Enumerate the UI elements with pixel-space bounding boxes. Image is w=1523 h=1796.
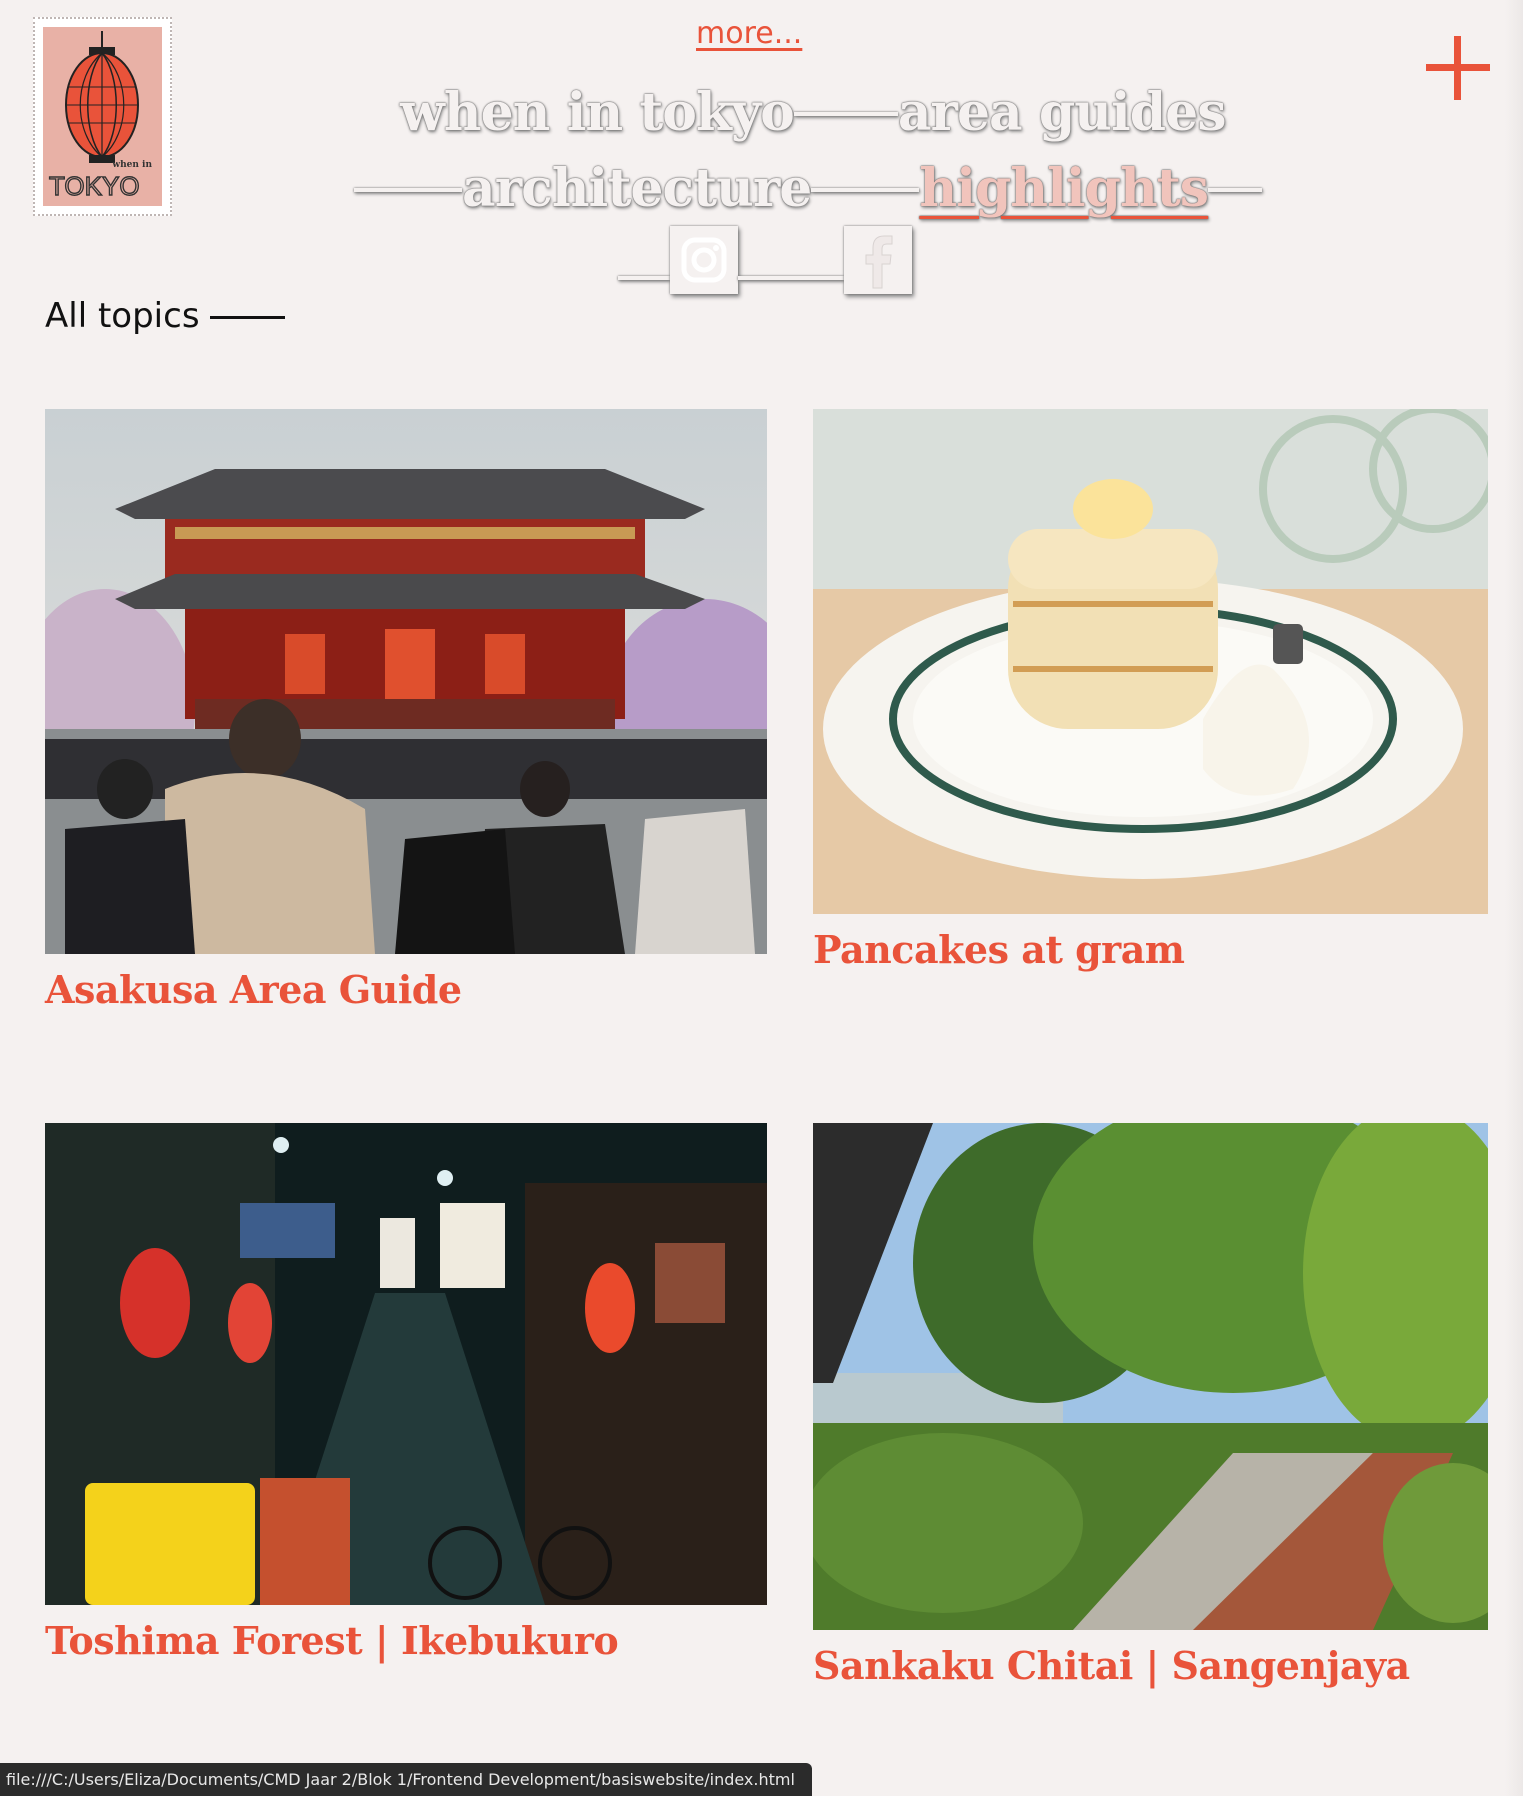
logo-main-text: TOKYO: [48, 170, 140, 201]
browser-status-bar: file:///C:/Users/Eliza/Documents/CMD Jaa…: [0, 1763, 812, 1796]
nav-row-1: when in tokyo area guides: [400, 82, 1227, 143]
site-logo[interactable]: when in TOKYO: [33, 17, 172, 216]
facebook-icon[interactable]: [844, 226, 912, 294]
instagram-icon[interactable]: [670, 226, 738, 294]
nav-divider: [793, 111, 898, 116]
nav-item-architecture[interactable]: architecture: [462, 158, 812, 219]
nav-divider: [738, 276, 844, 280]
filter-dash: [209, 316, 285, 319]
plus-icon[interactable]: [1426, 36, 1490, 100]
article-card-sankaku[interactable]: Sankaku Chitai | Sangenjaya: [813, 1123, 1488, 1693]
topic-filter[interactable]: All topics: [45, 296, 285, 336]
nav-item-highlights[interactable]: highlights: [919, 158, 1209, 219]
nav-divider: [811, 187, 920, 192]
nav-row-2: architecture highlights: [354, 158, 1263, 219]
article-title-toshima[interactable]: Toshima Forest | Ikebukuro: [45, 1618, 619, 1663]
nav-item-when-in-tokyo[interactable]: when in tokyo: [400, 82, 795, 143]
article-image-pancakes[interactable]: [813, 409, 1488, 914]
article-card-toshima[interactable]: Toshima Forest | Ikebukuro: [45, 1123, 767, 1668]
page-scrollbar[interactable]: [1505, 0, 1523, 1796]
article-card-asakusa[interactable]: Asakusa Area Guide: [45, 409, 767, 1021]
nav-divider: [1208, 187, 1263, 192]
article-title-pancakes[interactable]: Pancakes at gram: [813, 927, 1185, 972]
more-link[interactable]: more...: [696, 16, 802, 51]
article-title-sankaku[interactable]: Sankaku Chitai | Sangenjaya: [813, 1643, 1410, 1688]
article-image-asakusa[interactable]: [45, 409, 767, 954]
topic-filter-label: All topics: [45, 296, 200, 336]
article-title-asakusa[interactable]: Asakusa Area Guide: [45, 967, 462, 1012]
nav-divider: [354, 187, 462, 192]
article-card-pancakes[interactable]: Pancakes at gram: [813, 409, 1488, 989]
nav-item-area-guides[interactable]: area guides: [898, 82, 1227, 143]
nav-divider: [618, 276, 670, 280]
logo-small-text: when in: [112, 160, 152, 170]
article-image-toshima[interactable]: [45, 1123, 767, 1605]
article-image-sankaku[interactable]: [813, 1123, 1488, 1630]
